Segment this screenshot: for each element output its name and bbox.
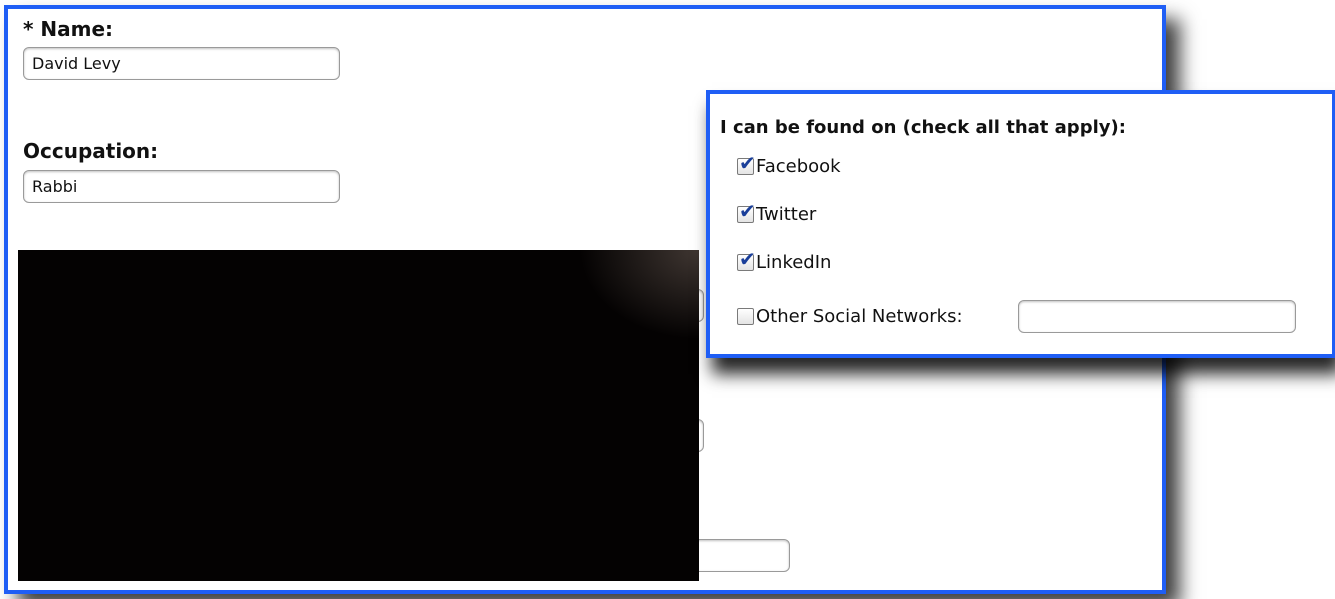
option-linkedin[interactable]: ✔ LinkedIn [737, 249, 832, 274]
occupation-label: Occupation: [23, 139, 159, 163]
occupation-field[interactable]: Rabbi [23, 170, 340, 203]
twitter-checkbox[interactable]: ✔ [737, 201, 756, 223]
checkmark-icon: ✔ [739, 198, 756, 223]
option-facebook[interactable]: ✔ Facebook [737, 153, 841, 178]
social-panel-title: I can be found on (check all that apply)… [720, 117, 1126, 138]
facebook-checkbox[interactable]: ✔ [737, 153, 756, 175]
checkmark-icon: ✔ [739, 246, 756, 271]
checkmark-icon: ✔ [739, 150, 756, 175]
social-networks-panel: I can be found on (check all that apply)… [706, 90, 1335, 358]
other-label: Other Social Networks: [756, 305, 963, 327]
name-label: * Name: [23, 17, 114, 41]
name-field[interactable]: David Levy [23, 47, 340, 80]
twitter-label: Twitter [756, 203, 817, 225]
facebook-label: Facebook [756, 155, 841, 177]
redaction-block [18, 250, 699, 581]
linkedin-checkbox[interactable]: ✔ [737, 249, 756, 271]
option-other[interactable]: Other Social Networks: [737, 304, 963, 328]
linkedin-label: LinkedIn [756, 251, 832, 273]
option-twitter[interactable]: ✔ Twitter [737, 201, 817, 226]
redaction-glare [579, 250, 699, 340]
other-networks-input[interactable] [1018, 300, 1296, 333]
other-checkbox[interactable] [737, 307, 754, 325]
